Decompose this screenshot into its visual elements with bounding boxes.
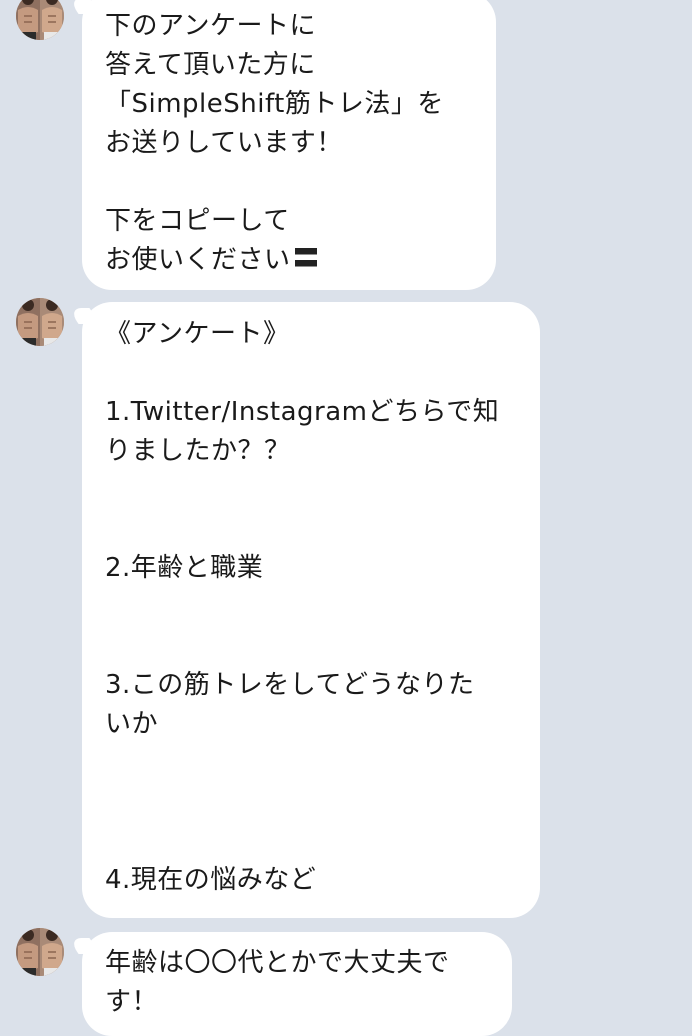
user-avatar-icon	[16, 0, 64, 40]
sender-avatar[interactable]	[16, 0, 64, 40]
point-down-emoji-icon	[294, 248, 317, 270]
user-avatar-icon	[16, 928, 64, 976]
sender-avatar[interactable]	[16, 928, 64, 976]
message-text: 下のアンケートに 答えて頂いた方に 「SimpleShift筋トレ法」を お送り…	[105, 11, 444, 275]
user-avatar-icon	[16, 298, 64, 346]
message-bubble[interactable]: 年齢は〇〇代とかで大丈夫で す！	[82, 932, 512, 1036]
chat-thread: 下のアンケートに 答えて頂いた方に 「SimpleShift筋トレ法」を お送り…	[0, 0, 692, 1036]
message-text: 《アンケート》 1.Twitter/Instagramどちらで知 りましたか？？…	[105, 319, 500, 895]
message-text: 年齢は〇〇代とかで大丈夫で す！	[105, 948, 450, 1017]
message-bubble[interactable]: 《アンケート》 1.Twitter/Instagramどちらで知 りましたか？？…	[82, 302, 540, 918]
message-bubble[interactable]: 下のアンケートに 答えて頂いた方に 「SimpleShift筋トレ法」を お送り…	[82, 0, 496, 290]
sender-avatar[interactable]	[16, 298, 64, 346]
